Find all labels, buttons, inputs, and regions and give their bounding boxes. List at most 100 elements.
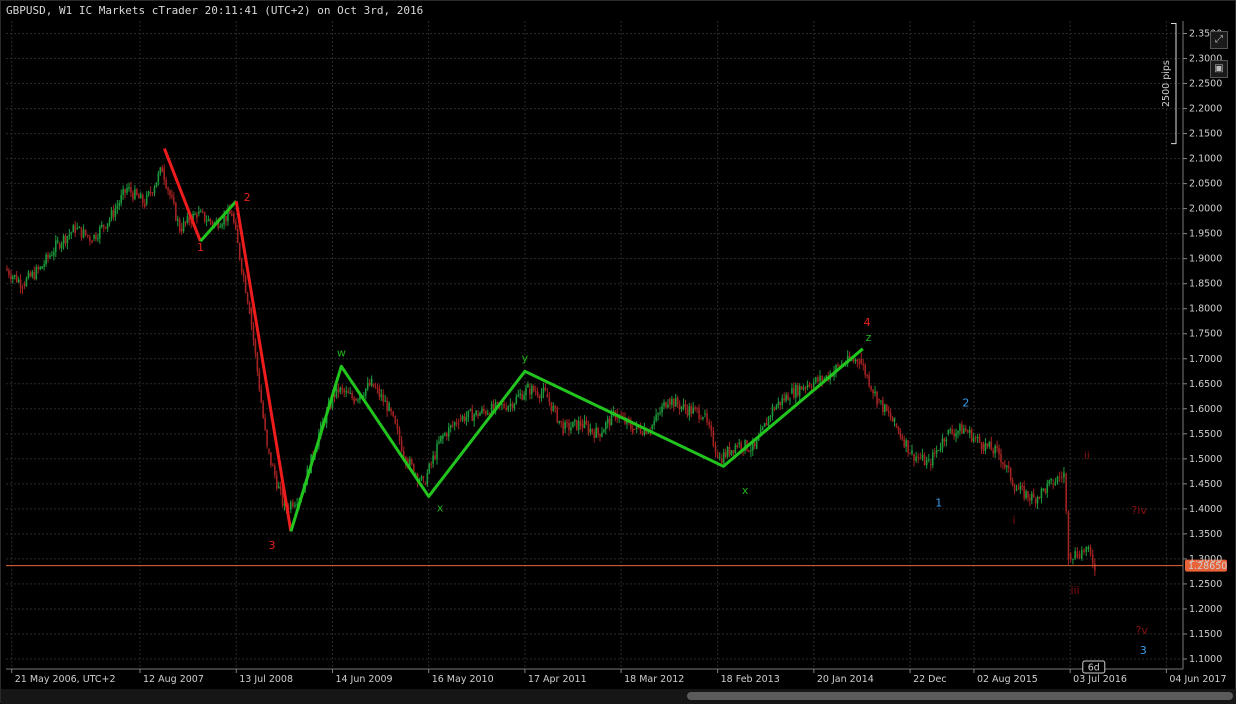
wave-label: w: [337, 346, 346, 359]
candle-body: [29, 272, 32, 277]
candle-body: [382, 394, 385, 402]
wave-label: 3: [1140, 644, 1147, 657]
candle-body: [577, 420, 580, 430]
y-tick-label: 1.7500: [1189, 329, 1222, 340]
candle-body: [554, 405, 557, 408]
candle-body: [927, 459, 930, 461]
y-tick-label: 1.5500: [1189, 429, 1222, 440]
candle-body: [374, 386, 377, 388]
candle-body: [704, 413, 706, 415]
price-chart[interactable]: 1234wxyxz123iiiiii?iv?v 1.28650 2.35002.…: [1, 1, 1236, 689]
scrollbar-thumb[interactable]: [687, 692, 1233, 700]
candle-body: [572, 421, 574, 428]
candle-body: [45, 254, 47, 265]
candle-body: [35, 267, 38, 279]
candle-body: [1000, 453, 1002, 463]
candle-body: [289, 502, 292, 510]
candle-body: [232, 213, 235, 223]
candle-body: [1078, 553, 1081, 559]
candle-body: [552, 405, 555, 411]
candle-body: [1054, 481, 1057, 485]
candle-body: [935, 450, 938, 454]
candle-body: [696, 407, 698, 410]
candle-body: [690, 406, 693, 414]
candle-body: [15, 275, 18, 283]
candle-body: [33, 271, 36, 279]
candle-body: [992, 450, 995, 454]
candle-body: [889, 413, 892, 419]
candle-body: [653, 421, 655, 426]
candle-body: [444, 433, 446, 436]
candle-body: [211, 221, 214, 225]
candle-body: [574, 420, 576, 422]
x-tick-label: 13 Jul 2008: [239, 674, 293, 685]
candle-body: [199, 211, 202, 213]
candle-body: [279, 486, 282, 490]
y-tick-label: 1.2500: [1189, 579, 1222, 590]
candle-body: [1036, 497, 1039, 504]
candle-body: [529, 388, 531, 395]
time-axis[interactable]: 21 May 2006, UTC+2 12 Aug 2007 13 Jul 2008…: [6, 660, 1227, 685]
candle-body: [990, 442, 993, 451]
candle-body: [1011, 480, 1014, 486]
candle-body: [410, 459, 413, 464]
candle-body: [771, 406, 774, 417]
candle-body: [856, 359, 859, 363]
candle-body: [175, 203, 177, 221]
candle-body: [194, 213, 196, 215]
candle-body: [566, 422, 568, 424]
expand-icon[interactable]: ⤢: [1210, 31, 1228, 49]
candle-body: [236, 229, 239, 244]
candle-body: [467, 410, 470, 417]
candle-body: [1002, 462, 1004, 465]
candle-body: [176, 219, 179, 221]
candle-body: [37, 267, 40, 270]
candle-body: [899, 430, 902, 437]
candle-body: [523, 395, 525, 400]
candle-body: [546, 393, 549, 398]
candle-body: [769, 416, 772, 418]
candle-body: [817, 377, 819, 382]
candle-body: [266, 429, 268, 446]
candle-body: [1083, 550, 1085, 553]
candle-body: [1046, 483, 1049, 493]
candle-body: [126, 187, 128, 193]
candle-body: [651, 425, 653, 429]
candle-body: [870, 386, 872, 390]
candle-body: [485, 411, 487, 415]
camera-icon[interactable]: ▣: [1210, 60, 1228, 78]
horizontal-scrollbar[interactable]: [1, 689, 1236, 704]
candle-body: [457, 423, 460, 425]
candle-body: [800, 386, 803, 390]
candle-body: [595, 427, 597, 438]
candle-body: [966, 430, 969, 433]
candle-body: [47, 254, 49, 258]
candle-body: [949, 429, 952, 431]
candle-body: [473, 414, 475, 421]
candle-body: [436, 443, 438, 459]
candle-body: [184, 221, 187, 223]
candle-body: [132, 192, 134, 200]
candle-body: [53, 252, 55, 256]
candle-body: [201, 211, 204, 213]
candle-body: [878, 398, 880, 401]
candle-body: [343, 389, 346, 393]
candle-body: [885, 404, 888, 411]
candle-body: [694, 407, 696, 409]
y-tick-label: 2.0500: [1189, 179, 1222, 190]
candle-body: [895, 423, 898, 427]
candle-body: [163, 168, 165, 180]
candle-body: [130, 187, 132, 193]
candle-body: [438, 441, 440, 444]
candle-body: [738, 442, 741, 444]
candle-body: [1004, 464, 1006, 468]
candle-body: [955, 433, 957, 437]
candle-body: [1060, 477, 1063, 479]
candle-body: [294, 504, 296, 507]
x-tick-label: 18 Feb 2013: [721, 674, 780, 685]
candle-body: [795, 385, 797, 398]
candle-body: [349, 392, 351, 394]
wave-label: ?iv: [1131, 504, 1147, 517]
candle-body: [116, 205, 119, 209]
candle-body: [219, 226, 221, 228]
